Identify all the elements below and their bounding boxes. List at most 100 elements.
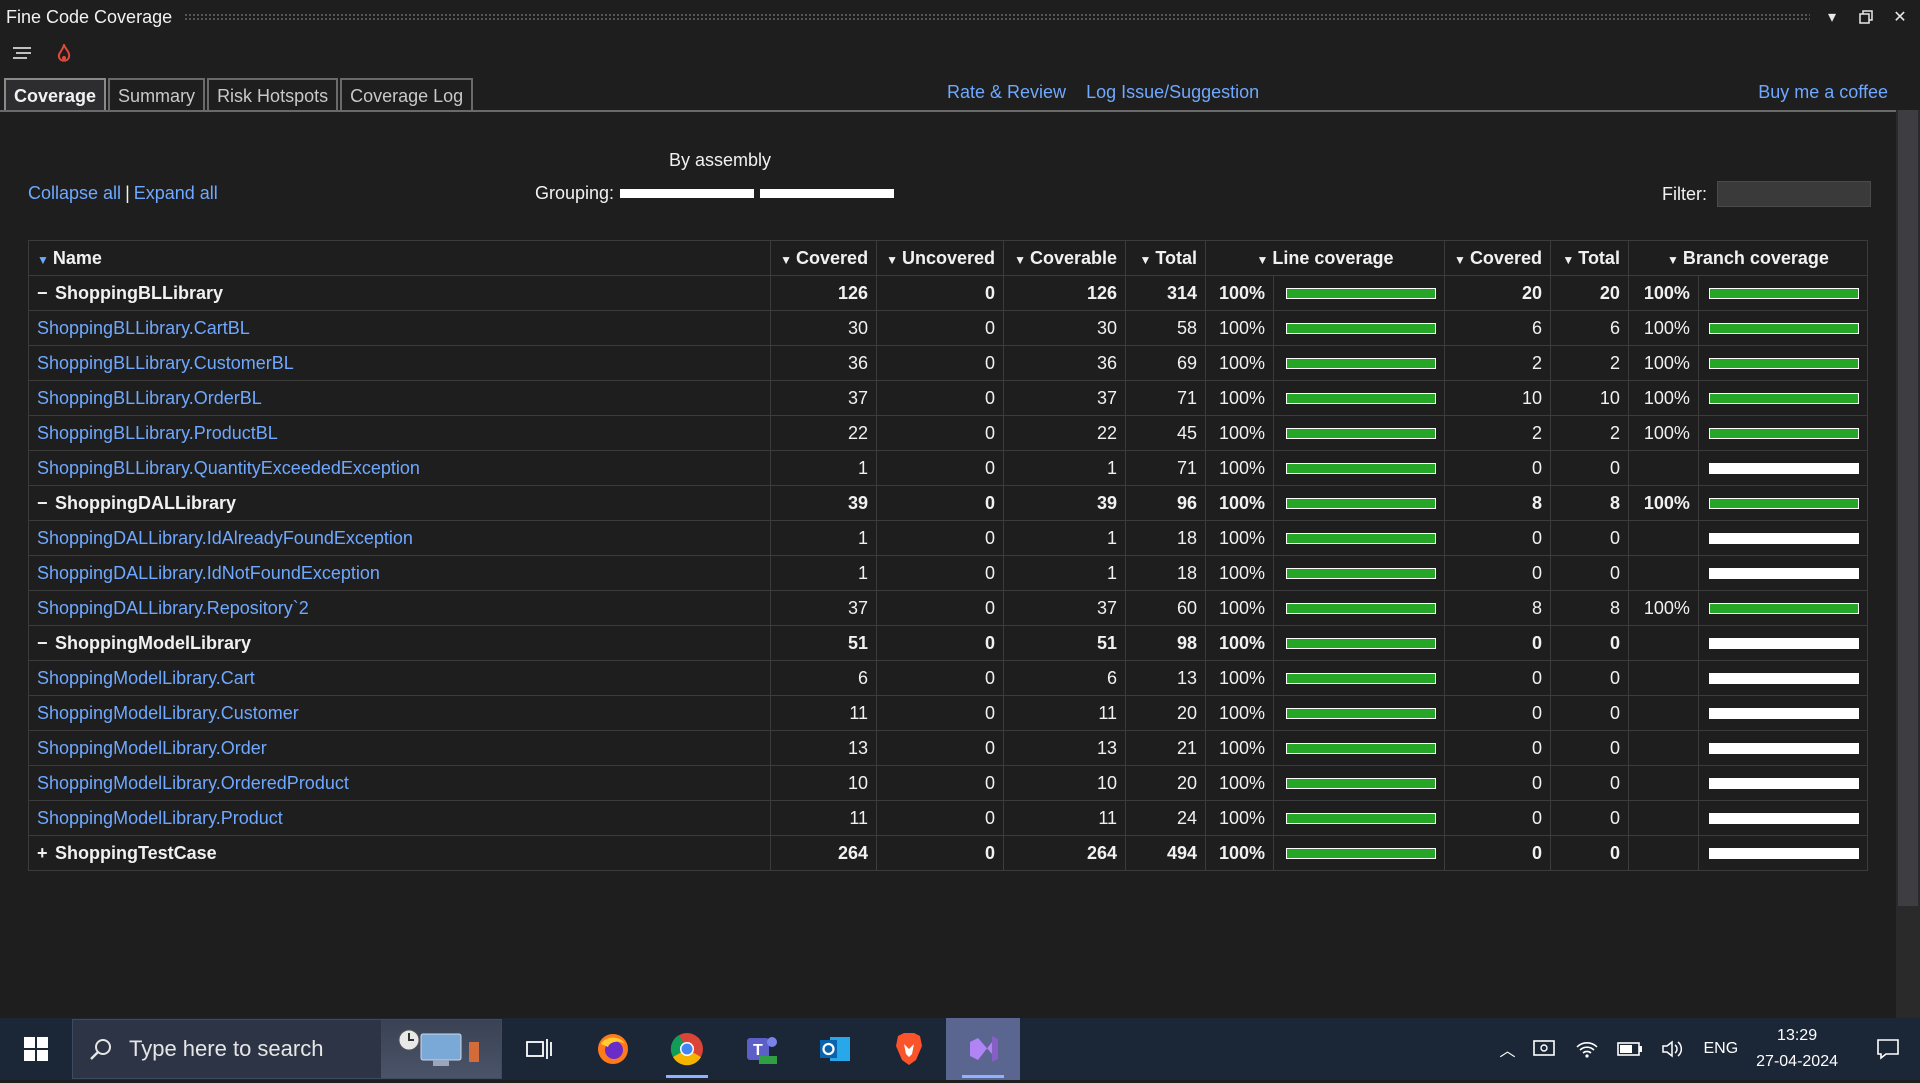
class-link[interactable]: ShoppingModelLibrary.Product [37,808,283,828]
task-view-icon[interactable] [502,1018,576,1080]
volume-icon[interactable] [1661,1039,1685,1059]
scrollbar-thumb[interactable] [1898,110,1918,906]
total-cell: 18 [1125,555,1207,591]
expand-all-link[interactable]: Expand all [134,183,218,203]
class-link[interactable]: ShoppingBLLibrary.OrderBL [37,388,262,408]
uncovered-cell: 0 [876,800,1005,836]
flame-icon[interactable] [52,42,76,66]
class-link[interactable]: ShoppingModelLibrary.OrderedProduct [37,773,349,793]
class-link[interactable]: ShoppingModelLibrary.Order [37,738,267,758]
visual-studio-icon[interactable] [946,1018,1020,1080]
class-link[interactable]: ShoppingModelLibrary.Cart [37,668,255,688]
line-coverage-percent: 100% [1205,590,1274,626]
chrome-icon[interactable] [650,1018,724,1080]
title-grip[interactable] [184,13,1810,21]
tab-risk-hotspots[interactable]: Risk Hotspots [207,78,339,112]
collapse-all-link[interactable]: Collapse all [28,183,121,203]
monitor-icon[interactable] [1533,1039,1557,1059]
firefox-icon[interactable] [576,1018,650,1080]
collapse-toggle[interactable]: − [37,493,55,514]
taskbar-search-box[interactable]: Type here to search [72,1019,502,1079]
collapse-toggle[interactable]: − [37,633,55,654]
coverage-bar [1709,778,1859,790]
branch-total-cell: 2 [1549,345,1629,381]
buy-coffee-link[interactable]: Buy me a coffee [1758,82,1888,103]
col-header-covered[interactable]: ▼ Covered [770,240,878,276]
battery-icon[interactable] [1617,1041,1643,1057]
close-icon[interactable]: ✕ [1890,7,1910,27]
class-link[interactable]: ShoppingDALLibrary.IdAlreadyFoundExcepti… [37,528,413,548]
coverage-bar-cell [1273,485,1445,521]
covered-cell: 10 [770,765,878,801]
clock[interactable]: 13:29 27-04-2024 [1756,1023,1838,1075]
class-row: ShoppingBLLibrary.CartBL 30 0 30 58 100% 6 6 100… [27,310,1869,346]
log-issue-link[interactable]: Log Issue/Suggestion [1086,82,1259,103]
coverable-cell: 30 [1003,310,1127,346]
uncovered-cell: 0 [876,310,1005,346]
vertical-scrollbar[interactable] [1896,110,1920,1018]
col-header-name[interactable]: ▼ Name [27,240,772,276]
col-header-line-coverage[interactable]: ▼ Line coverage [1205,240,1445,276]
row-name-cell: + ShoppingTestCase [27,835,772,871]
coverage-bar [1709,603,1859,615]
uncovered-cell: 0 [876,695,1005,731]
clock-date: 27-04-2024 [1756,1053,1838,1070]
grouping-label: Grouping: [535,183,615,203]
teams-icon[interactable]: T [724,1018,798,1080]
options-icon[interactable] [10,42,34,66]
col-header-coverable[interactable]: ▼ Coverable [1003,240,1127,276]
grouping-slider-right[interactable] [760,189,895,198]
clock-time: 13:29 [1777,1027,1818,1044]
uncovered-cell: 0 [876,555,1005,591]
tab-summary[interactable]: Summary [108,78,206,112]
sort-icon: ▼ [1256,252,1269,267]
wifi-icon[interactable] [1575,1039,1599,1059]
coverage-bar-cell [1273,380,1445,416]
language-indicator[interactable]: ENG [1703,1040,1738,1058]
expand-toggle[interactable]: + [37,843,55,864]
dropdown-icon[interactable]: ▾ [1822,7,1842,27]
class-link[interactable]: ShoppingBLLibrary.QuantityExceededExcept… [37,458,420,478]
line-coverage-percent: 100% [1205,765,1274,801]
class-link[interactable]: ShoppingDALLibrary.IdNotFoundException [37,563,380,583]
tab-coverage-log[interactable]: Coverage Log [340,78,474,112]
brave-icon[interactable] [872,1018,946,1080]
coverage-bar [1709,673,1859,685]
branch-coverage-percent: 100% [1627,590,1699,626]
coverable-cell: 6 [1003,660,1127,696]
restore-icon[interactable] [1856,7,1876,27]
filter-input[interactable] [1717,181,1871,207]
col-header-uncovered[interactable]: ▼ Uncovered [876,240,1005,276]
row-name-cell: ShoppingModelLibrary.Customer [27,695,772,731]
line-coverage-percent: 100% [1205,555,1274,591]
branch-covered-cell: 0 [1443,765,1551,801]
coverage-bar-fill [1285,603,1436,615]
class-link[interactable]: ShoppingBLLibrary.CartBL [37,318,250,338]
coverage-bar [1709,498,1859,510]
coverage-bar-fill [1285,813,1436,825]
rate-review-link[interactable]: Rate & Review [947,82,1066,103]
col-header-total[interactable]: ▼ Total [1125,240,1207,276]
class-row: ShoppingBLLibrary.OrderBL 37 0 37 71 100% 10 10… [27,380,1869,416]
branch-total-cell: 0 [1549,625,1629,661]
col-header-branch-coverage[interactable]: ▼ Branch coverage [1627,240,1869,276]
coverage-bar-cell [1697,345,1869,381]
notifications-icon[interactable] [1876,1038,1900,1060]
chevron-up-icon[interactable]: ︿ [1499,1037,1515,1061]
class-link[interactable]: ShoppingBLLibrary.CustomerBL [37,353,294,373]
class-link[interactable]: ShoppingDALLibrary.Repository`2 [37,598,309,618]
windows-start-icon[interactable] [0,1018,72,1080]
total-cell: 96 [1125,485,1207,521]
tab-coverage[interactable]: Coverage [4,78,107,112]
coverage-bar-fill [1709,358,1859,370]
covered-cell: 6 [770,660,878,696]
col-header-branch-total[interactable]: ▼ Total [1549,240,1629,276]
collapse-toggle[interactable]: − [37,283,55,304]
class-link[interactable]: ShoppingModelLibrary.Customer [37,703,299,723]
outlook-icon[interactable] [798,1018,872,1080]
grouping-slider-left[interactable] [620,189,755,198]
branch-covered-cell: 0 [1443,660,1551,696]
coverage-bar-fill [1285,288,1436,300]
col-header-branch-covered[interactable]: ▼ Covered [1443,240,1551,276]
class-link[interactable]: ShoppingBLLibrary.ProductBL [37,423,278,443]
